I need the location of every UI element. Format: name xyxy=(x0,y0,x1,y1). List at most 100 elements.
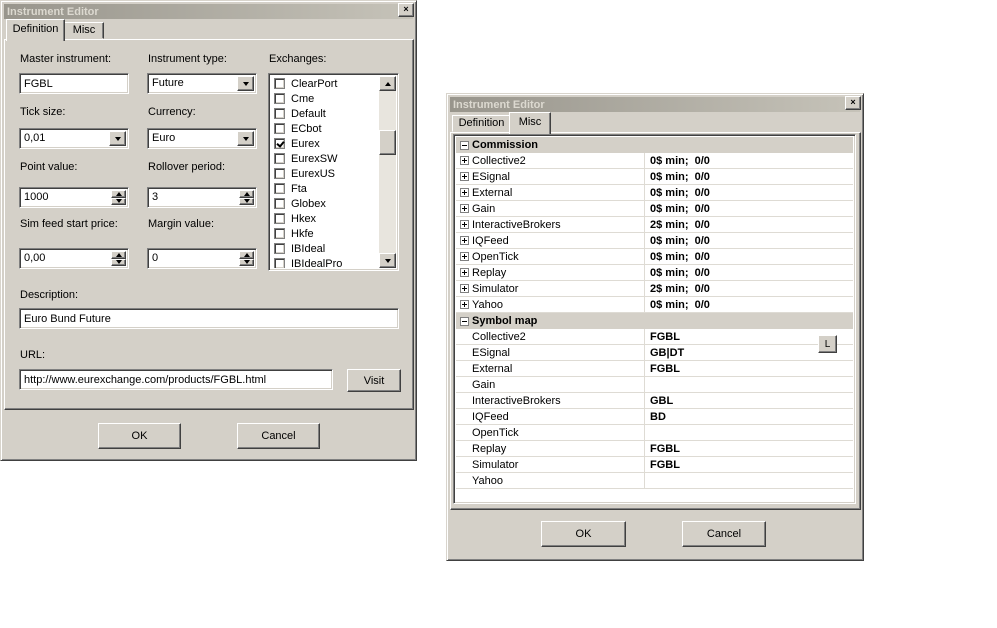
expand-plus-icon[interactable] xyxy=(459,204,469,213)
exchange-item-eurexsw[interactable]: EurexSW xyxy=(271,151,379,166)
scroll-up-icon[interactable] xyxy=(379,76,396,91)
property-value[interactable]: 0$ min; 0/0 xyxy=(645,297,853,312)
checkbox-icon[interactable] xyxy=(274,198,285,209)
property-value[interactable]: 0$ min; 0/0 xyxy=(645,185,853,200)
point-value-up-icon[interactable] xyxy=(111,190,126,198)
property-value[interactable]: 0$ min; 0/0 xyxy=(645,201,853,216)
url-input[interactable] xyxy=(22,372,330,387)
margin-down-icon[interactable] xyxy=(239,258,254,266)
exchanges-scrollbar[interactable] xyxy=(379,76,396,268)
tab-misc[interactable]: Misc xyxy=(509,112,551,134)
tick-size-combo[interactable]: 0,01 xyxy=(19,128,129,149)
checkbox-icon[interactable] xyxy=(274,123,285,134)
property-row-interactivebrokers[interactable]: InteractiveBrokers 2$ min; 0/0 xyxy=(456,217,853,233)
property-row-iqfeed[interactable]: IQFeed BD xyxy=(456,409,853,425)
description-input[interactable] xyxy=(22,311,396,326)
instrument-type-dropdown-icon[interactable] xyxy=(237,76,254,91)
checkbox-icon[interactable] xyxy=(274,78,285,89)
property-row-opentick[interactable]: OpenTick xyxy=(456,425,853,441)
property-value[interactable]: 0$ min; 0/0 xyxy=(645,169,853,184)
property-row-collective2[interactable]: Collective2 0$ min; 0/0 xyxy=(456,153,853,169)
cancel-button[interactable]: Cancel xyxy=(237,423,320,449)
tab-definition[interactable]: Definition xyxy=(6,19,65,41)
property-row-replay[interactable]: Replay FGBL xyxy=(456,441,853,457)
property-row-opentick[interactable]: OpenTick 0$ min; 0/0 xyxy=(456,249,853,265)
exchange-item-default[interactable]: Default xyxy=(271,106,379,121)
section-header-symbol-map[interactable]: Symbol map xyxy=(456,313,853,329)
cancel-button[interactable]: Cancel xyxy=(682,521,766,547)
property-value[interactable]: GBL xyxy=(645,393,853,408)
property-row-interactivebrokers[interactable]: InteractiveBrokers GBL xyxy=(456,393,853,409)
property-row-yahoo[interactable]: Yahoo 0$ min; 0/0 xyxy=(456,297,853,313)
point-value-spinner[interactable]: 1000 xyxy=(19,187,129,208)
property-row-iqfeed[interactable]: IQFeed 0$ min; 0/0 xyxy=(456,233,853,249)
checkbox-icon[interactable] xyxy=(274,213,285,224)
property-value[interactable]: 0$ min; 0/0 xyxy=(645,233,853,248)
property-row-yahoo[interactable]: Yahoo xyxy=(456,473,853,489)
expand-plus-icon[interactable] xyxy=(459,268,469,277)
titlebar[interactable]: Instrument Editor xyxy=(4,4,413,19)
expand-plus-icon[interactable] xyxy=(459,172,469,181)
property-value[interactable]: FGBL xyxy=(645,361,853,376)
currency-dropdown-icon[interactable] xyxy=(237,131,254,146)
exchange-item-clearport[interactable]: ClearPort xyxy=(271,76,379,91)
sim-feed-up-icon[interactable] xyxy=(111,251,126,259)
property-value[interactable]: 0$ min; 0/0 xyxy=(645,249,853,264)
instrument-type-combo[interactable]: Future xyxy=(147,73,257,94)
cell-edit-button[interactable]: L xyxy=(818,335,837,353)
property-row-simulator[interactable]: Simulator FGBL xyxy=(456,457,853,473)
exchange-item-eurex[interactable]: Eurex xyxy=(271,136,379,151)
titlebar[interactable]: Instrument Editor xyxy=(450,97,860,112)
property-row-external[interactable]: External FGBL xyxy=(456,361,853,377)
expand-plus-icon[interactable] xyxy=(459,236,469,245)
sim-feed-start-price-spinner[interactable]: 0,00 xyxy=(19,248,129,269)
property-row-gain[interactable]: Gain xyxy=(456,377,853,393)
checkbox-icon[interactable] xyxy=(274,153,285,164)
exchange-item-ibidealpro[interactable]: IBIdealPro xyxy=(271,256,379,268)
tab-misc[interactable]: Misc xyxy=(64,22,104,39)
exchange-item-fta[interactable]: Fta xyxy=(271,181,379,196)
close-icon[interactable]: × xyxy=(398,3,414,17)
ok-button[interactable]: OK xyxy=(98,423,181,449)
property-row-gain[interactable]: Gain 0$ min; 0/0 xyxy=(456,201,853,217)
expand-plus-icon[interactable] xyxy=(459,300,469,309)
scroll-down-icon[interactable] xyxy=(379,253,396,268)
margin-value-spinner[interactable]: 0 xyxy=(147,248,257,269)
expand-plus-icon[interactable] xyxy=(459,284,469,293)
rollover-up-icon[interactable] xyxy=(239,190,254,198)
exchange-item-ibideal[interactable]: IBIdeal xyxy=(271,241,379,256)
exchange-item-globex[interactable]: Globex xyxy=(271,196,379,211)
visit-button[interactable]: Visit xyxy=(347,369,401,392)
exchange-item-ecbot[interactable]: ECbot xyxy=(271,121,379,136)
exchange-item-hkfe[interactable]: Hkfe xyxy=(271,226,379,241)
expand-plus-icon[interactable] xyxy=(459,252,469,261)
margin-up-icon[interactable] xyxy=(239,251,254,259)
property-row-simulator[interactable]: Simulator 2$ min; 0/0 xyxy=(456,281,853,297)
property-value[interactable]: 2$ min; 0/0 xyxy=(645,217,853,232)
property-row-esignal[interactable]: ESignal 0$ min; 0/0 xyxy=(456,169,853,185)
collapse-minus-icon[interactable] xyxy=(459,316,469,326)
exchange-item-eurexus[interactable]: EurexUS xyxy=(271,166,379,181)
expand-plus-icon[interactable] xyxy=(459,188,469,197)
tick-size-dropdown-icon[interactable] xyxy=(109,131,126,146)
property-value[interactable] xyxy=(645,425,853,440)
rollover-period-spinner[interactable]: 3 xyxy=(147,187,257,208)
property-value[interactable]: FGBL xyxy=(645,457,853,472)
property-value[interactable]: 2$ min; 0/0 xyxy=(645,281,853,296)
checkbox-icon[interactable] xyxy=(274,228,285,239)
sim-feed-down-icon[interactable] xyxy=(111,258,126,266)
property-value[interactable]: FGBL xyxy=(645,441,853,456)
property-value[interactable]: 0$ min; 0/0 xyxy=(645,153,853,168)
master-instrument-input[interactable] xyxy=(22,76,126,91)
checkbox-icon[interactable] xyxy=(274,183,285,194)
property-value[interactable] xyxy=(645,473,853,488)
property-value[interactable]: 0$ min; 0/0 xyxy=(645,265,853,280)
scrollbar-thumb[interactable] xyxy=(379,130,396,155)
exchange-item-hkex[interactable]: Hkex xyxy=(271,211,379,226)
collapse-minus-icon[interactable] xyxy=(459,140,469,150)
checkbox-icon[interactable] xyxy=(274,243,285,254)
rollover-down-icon[interactable] xyxy=(239,197,254,205)
exchanges-listbox[interactable]: ClearPort Cme Default ECbot Eurex EurexSW Eure… xyxy=(268,73,399,271)
expand-plus-icon[interactable] xyxy=(459,220,469,229)
checkbox-checked-icon[interactable] xyxy=(274,138,285,149)
